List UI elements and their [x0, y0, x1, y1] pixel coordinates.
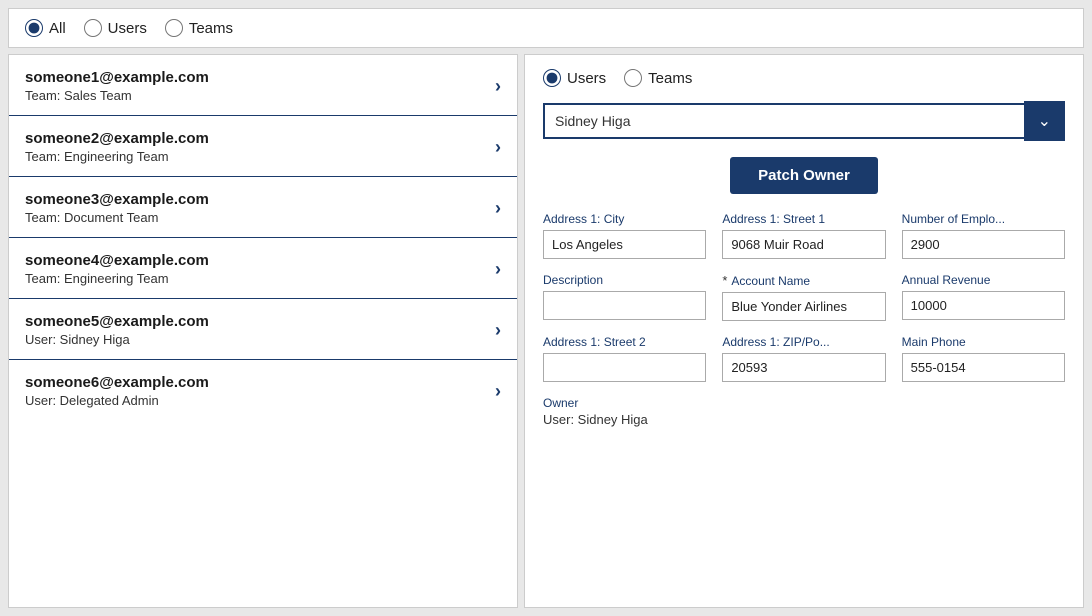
- list-item-text: someone4@example.com Team: Engineering T…: [25, 252, 209, 286]
- top-radio-group: All Users Teams: [25, 19, 233, 37]
- top-filter-bar: All Users Teams: [8, 8, 1084, 48]
- field-annual-revenue-label: Annual Revenue: [902, 273, 1065, 287]
- right-filter-bar: Users Teams: [543, 69, 1065, 87]
- chevron-right-icon: ›: [495, 198, 501, 219]
- right-panel: Users Teams ⌄ Patch Owner Address 1: Cit…: [524, 54, 1084, 608]
- list-item[interactable]: someone2@example.com Team: Engineering T…: [9, 116, 517, 177]
- list-item-email: someone2@example.com: [25, 130, 209, 147]
- list-item-text: someone1@example.com Team: Sales Team: [25, 69, 209, 103]
- patch-owner-button[interactable]: Patch Owner: [730, 157, 878, 194]
- field-zip-label: Address 1: ZIP/Po...: [722, 335, 885, 349]
- list-item[interactable]: someone5@example.com User: Sidney Higa ›: [9, 299, 517, 360]
- right-filter-users-label: Users: [567, 70, 606, 87]
- right-filter-users-radio[interactable]: [543, 69, 561, 87]
- top-filter-users-radio[interactable]: [84, 19, 102, 37]
- list-item-sub: User: Delegated Admin: [25, 393, 209, 408]
- top-filter-all-label: All: [49, 20, 66, 37]
- chevron-right-icon: ›: [495, 76, 501, 97]
- list-item-email: someone4@example.com: [25, 252, 209, 269]
- field-annual-revenue: Annual Revenue: [902, 273, 1065, 321]
- list-item-sub: Team: Engineering Team: [25, 149, 209, 164]
- main-container: All Users Teams someone1@example.com Tea…: [0, 0, 1092, 616]
- field-account-name-label: Account Name: [731, 274, 810, 288]
- list-item-text: someone3@example.com Team: Document Team: [25, 191, 209, 225]
- list-item-text: someone2@example.com Team: Engineering T…: [25, 130, 209, 164]
- list-item-email: someone1@example.com: [25, 69, 209, 86]
- field-description-input[interactable]: [543, 291, 706, 320]
- field-street1-label: Address 1: Street 1: [722, 212, 885, 226]
- field-city: Address 1: City: [543, 212, 706, 259]
- field-main-phone: Main Phone: [902, 335, 1065, 382]
- field-description-label: Description: [543, 273, 706, 287]
- field-street1: Address 1: Street 1: [722, 212, 885, 259]
- list-item-sub: Team: Sales Team: [25, 88, 209, 103]
- list-item-sub: Team: Document Team: [25, 210, 209, 225]
- top-filter-teams[interactable]: Teams: [165, 19, 233, 37]
- field-city-input[interactable]: [543, 230, 706, 259]
- top-filter-all-radio[interactable]: [25, 19, 43, 37]
- owner-value: User: Sidney Higa: [543, 412, 1065, 427]
- top-filter-users-label: Users: [108, 20, 147, 37]
- list-item-email: someone5@example.com: [25, 313, 209, 330]
- list-item[interactable]: someone3@example.com Team: Document Team…: [9, 177, 517, 238]
- dropdown-arrow-button[interactable]: ⌄: [1024, 101, 1065, 141]
- left-panel: someone1@example.com Team: Sales Team › …: [8, 54, 518, 608]
- field-num-employees: Number of Emplo...: [902, 212, 1065, 259]
- top-filter-teams-label: Teams: [189, 20, 233, 37]
- field-description: Description: [543, 273, 706, 321]
- dropdown-row: ⌄: [543, 101, 1065, 141]
- top-filter-teams-radio[interactable]: [165, 19, 183, 37]
- chevron-right-icon: ›: [495, 259, 501, 280]
- list-item-text: someone5@example.com User: Sidney Higa: [25, 313, 209, 347]
- field-city-label: Address 1: City: [543, 212, 706, 226]
- content-row: someone1@example.com Team: Sales Team › …: [8, 54, 1084, 608]
- user-dropdown-input[interactable]: [543, 103, 1024, 139]
- list-item[interactable]: someone6@example.com User: Delegated Adm…: [9, 360, 517, 420]
- list-item-sub: User: Sidney Higa: [25, 332, 209, 347]
- chevron-right-icon: ›: [495, 381, 501, 402]
- list-item-sub: Team: Engineering Team: [25, 271, 209, 286]
- field-num-employees-label: Number of Emplo...: [902, 212, 1065, 226]
- field-annual-revenue-input[interactable]: [902, 291, 1065, 320]
- field-main-phone-label: Main Phone: [902, 335, 1065, 349]
- required-asterisk: *: [722, 273, 727, 288]
- field-account-name: * Account Name: [722, 273, 885, 321]
- right-filter-teams-radio[interactable]: [624, 69, 642, 87]
- top-filter-users[interactable]: Users: [84, 19, 147, 37]
- chevron-right-icon: ›: [495, 320, 501, 341]
- field-street2: Address 1: Street 2: [543, 335, 706, 382]
- owner-section: Owner User: Sidney Higa: [543, 396, 1065, 427]
- right-filter-users[interactable]: Users: [543, 69, 606, 87]
- field-street2-input[interactable]: [543, 353, 706, 382]
- field-street1-input[interactable]: [722, 230, 885, 259]
- top-filter-all[interactable]: All: [25, 19, 66, 37]
- field-zip: Address 1: ZIP/Po...: [722, 335, 885, 382]
- field-main-phone-input[interactable]: [902, 353, 1065, 382]
- fields-grid: Address 1: City Address 1: Street 1 Numb…: [543, 212, 1065, 382]
- chevron-right-icon: ›: [495, 137, 501, 158]
- list-item[interactable]: someone1@example.com Team: Sales Team ›: [9, 55, 517, 116]
- field-num-employees-input[interactable]: [902, 230, 1065, 259]
- list-item-email: someone3@example.com: [25, 191, 209, 208]
- field-zip-input[interactable]: [722, 353, 885, 382]
- list-item-text: someone6@example.com User: Delegated Adm…: [25, 374, 209, 408]
- list-item-email: someone6@example.com: [25, 374, 209, 391]
- field-street2-label: Address 1: Street 2: [543, 335, 706, 349]
- owner-label: Owner: [543, 396, 1065, 410]
- list-item[interactable]: someone4@example.com Team: Engineering T…: [9, 238, 517, 299]
- field-account-name-input[interactable]: [722, 292, 885, 321]
- right-filter-teams[interactable]: Teams: [624, 69, 692, 87]
- right-filter-teams-label: Teams: [648, 70, 692, 87]
